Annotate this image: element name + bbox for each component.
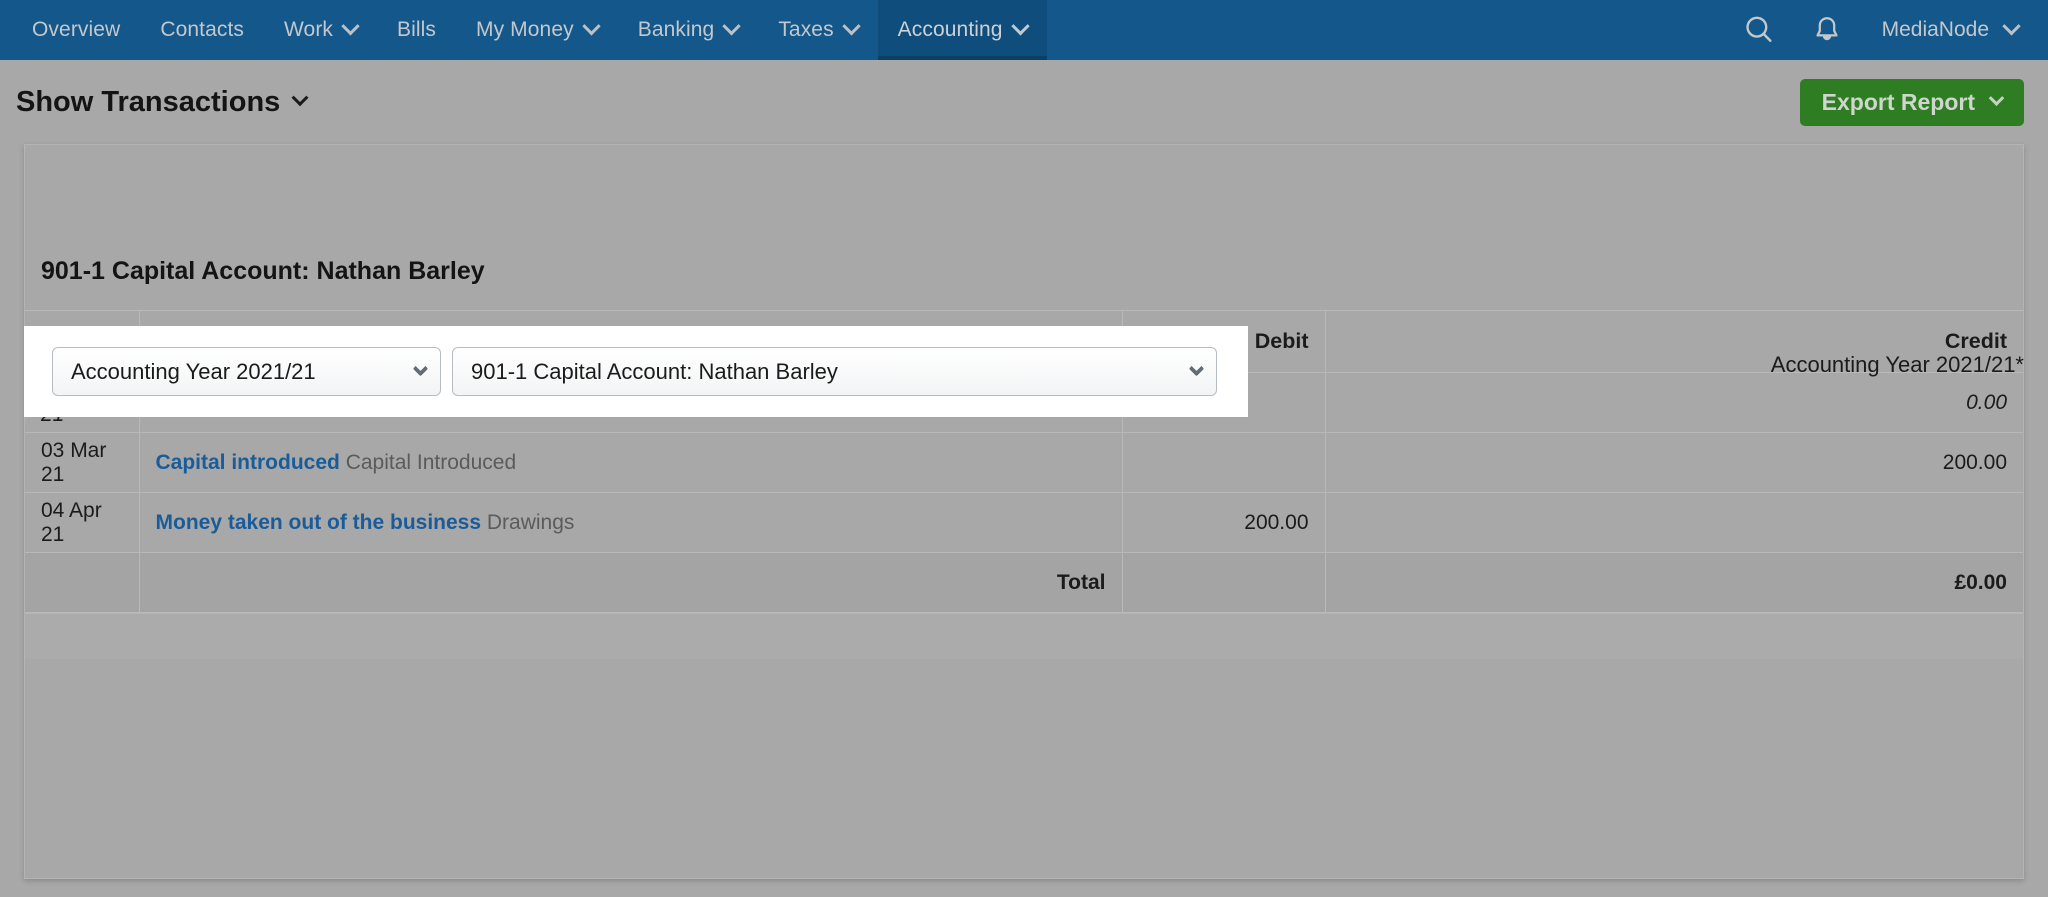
cell-debit: 200.00: [1121, 492, 1325, 553]
chevron-down-icon: [341, 16, 360, 35]
search-icon: [1745, 16, 1772, 42]
nav-item-label: Contacts: [160, 18, 245, 41]
nav-item-label: Banking: [637, 18, 715, 41]
nav-item-label: My Money: [476, 18, 574, 41]
accounting-year-note: Accounting Year 2021/21*: [1770, 352, 2024, 377]
cell-date: 03 Mar 21: [25, 432, 139, 493]
nav-item-work[interactable]: Work: [264, 0, 377, 60]
report-card: 901-1 Capital Account: Nathan Barley Dat…: [24, 144, 2024, 879]
chevron-down-icon: [582, 16, 601, 35]
notifications-button[interactable]: [1796, 0, 1858, 60]
cell-debit: [1121, 432, 1325, 493]
chevron-down-icon: [2002, 16, 2021, 35]
nav-item-banking[interactable]: Banking: [618, 0, 759, 60]
nav-item-label: Overview: [32, 18, 121, 41]
nav-item-accounting[interactable]: Accounting: [877, 0, 1047, 60]
chevron-down-icon: [412, 360, 429, 377]
total-label: Total: [138, 552, 1122, 613]
nav-item-taxes[interactable]: Taxes: [758, 0, 877, 60]
export-report-label: Export Report: [1821, 88, 1975, 115]
filters-row-spacer: [25, 145, 2023, 235]
show-transactions-dropdown[interactable]: Show Transactions: [16, 85, 309, 119]
nav-item-bills[interactable]: Bills: [377, 0, 456, 60]
table-row: 03 Mar 21 Capital introduced Capital Int…: [25, 432, 2023, 493]
cell-date: 04 Apr 21: [25, 492, 139, 553]
page-header: Show Transactions Export Report: [0, 60, 2048, 144]
table-row: 04 Apr 21 Money taken out of the busines…: [25, 492, 2023, 553]
description-text: Capital Introduced: [345, 450, 517, 474]
card-footer: [25, 613, 2023, 659]
accounting-year-select-value: Accounting Year 2021/21: [71, 358, 316, 384]
accounting-year-select[interactable]: Accounting Year 2021/21: [52, 347, 441, 396]
account-select[interactable]: 901-1 Capital Account: Nathan Barley: [452, 347, 1217, 396]
chevron-down-icon: [1010, 16, 1030, 35]
nav-item-label: Bills: [397, 18, 437, 41]
cell-credit: [1324, 492, 2023, 553]
cell-credit: 200.00: [1324, 432, 2023, 493]
search-button[interactable]: [1728, 0, 1790, 60]
total-credit: £0.00: [1324, 552, 2023, 613]
nav-item-label: Taxes: [778, 18, 834, 41]
description-text: Drawings: [486, 510, 575, 534]
nav-item-contacts[interactable]: Contacts: [140, 0, 264, 60]
user-menu-label: MediaNode: [1881, 18, 1989, 41]
total-debit: [1121, 552, 1325, 613]
cell-description: Money taken out of the business Drawings: [138, 492, 1122, 553]
cell-empty: [25, 552, 139, 613]
chevron-down-icon: [841, 16, 861, 35]
nav-right-group: MediaNode: [1728, 0, 2048, 60]
cell-credit: 0.00: [1324, 372, 2023, 433]
page-title-label: Show Transactions: [16, 85, 281, 118]
user-menu[interactable]: MediaNode: [1864, 16, 2026, 42]
content-area: 901-1 Capital Account: Nathan Barley Dat…: [0, 144, 2048, 879]
table-total-row: Total £0.00: [25, 552, 2023, 613]
top-navigation-bar: Overview Contacts Work Bills My Money Ba…: [0, 0, 2048, 60]
nav-item-label: Work: [284, 18, 334, 41]
transaction-link[interactable]: Money taken out of the business: [156, 511, 482, 534]
chevron-down-icon: [1988, 89, 2005, 106]
nav-item-label: Accounting: [897, 18, 1003, 41]
cell-description: Capital introduced Capital Introduced: [138, 432, 1122, 493]
nav-item-overview[interactable]: Overview: [12, 0, 140, 60]
bell-icon: [1815, 17, 1838, 41]
report-title: 901-1 Capital Account: Nathan Barley: [41, 257, 485, 285]
filters-overlay-panel: Accounting Year 2021/21 901-1 Capital Ac…: [24, 326, 1248, 417]
chevron-down-icon: [722, 16, 742, 35]
nav-item-my-money[interactable]: My Money: [456, 0, 618, 60]
chevron-down-icon: [1188, 360, 1205, 377]
account-select-value: 901-1 Capital Account: Nathan Barley: [471, 358, 838, 384]
nav-items-group: Overview Contacts Work Bills My Money Ba…: [0, 0, 1047, 60]
transaction-link[interactable]: Capital introduced: [156, 451, 340, 474]
chevron-down-icon: [291, 89, 309, 107]
export-report-button[interactable]: Export Report: [1799, 78, 2024, 126]
